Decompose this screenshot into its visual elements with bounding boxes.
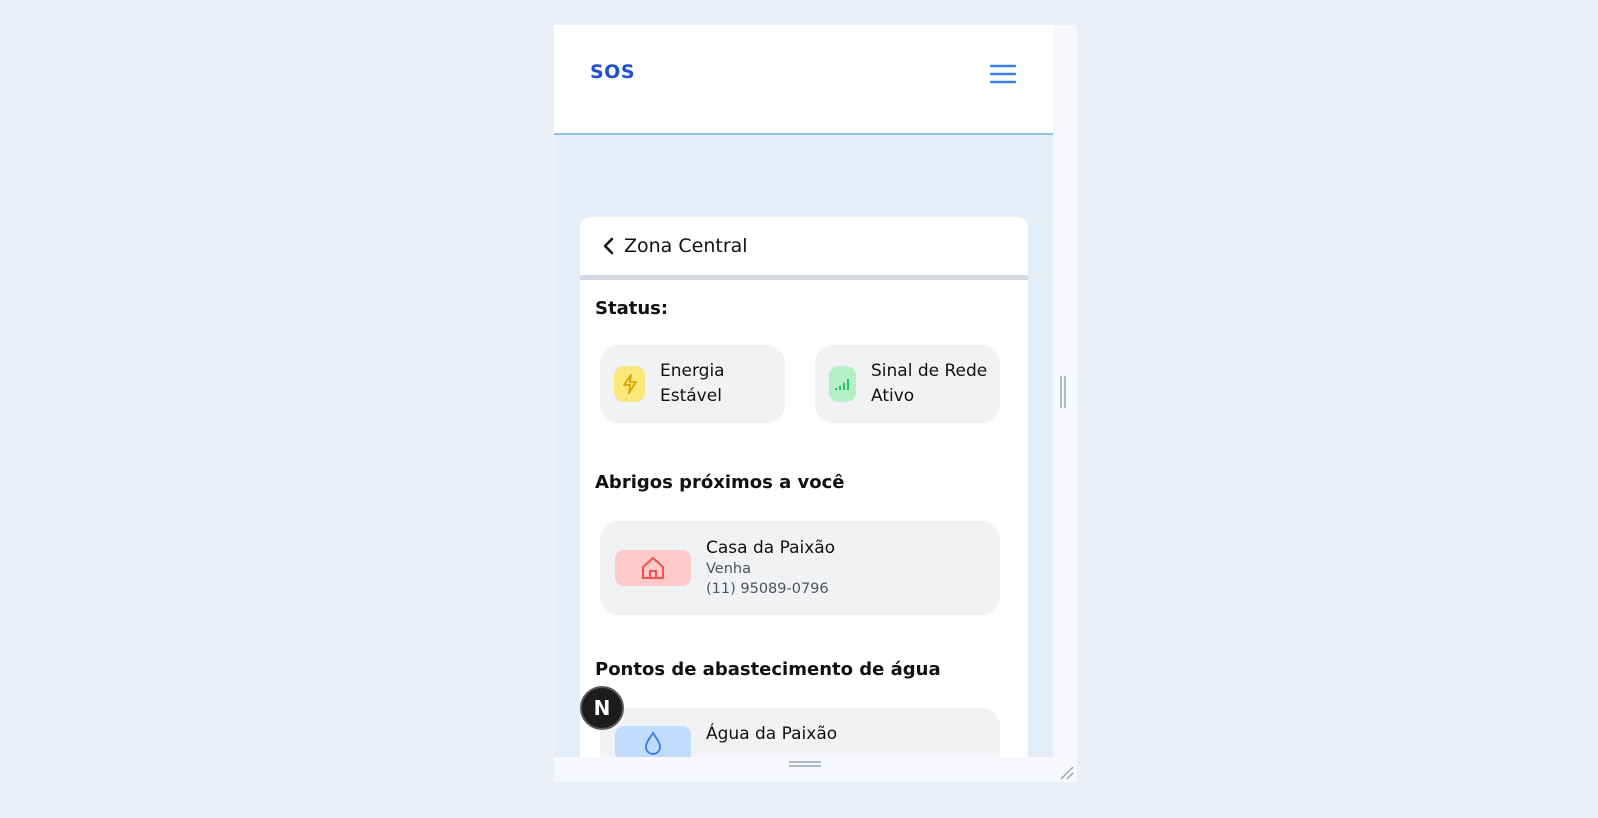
hamburger-menu-button[interactable] xyxy=(989,62,1017,86)
shelter-description: Venha xyxy=(706,561,751,577)
status-energy-label: Energia Estável xyxy=(660,359,770,409)
status-energy-line1: Energia xyxy=(660,361,725,381)
status-heading: Status: xyxy=(595,298,669,319)
horizontal-resize-handle[interactable] xyxy=(788,755,822,767)
app-header: SOS xyxy=(554,25,1053,135)
device-frame: SOS Zona Central Status: Energia Estável… xyxy=(554,25,1077,782)
hamburger-icon xyxy=(990,64,1016,84)
status-network-line1: Sinal de Rede xyxy=(871,361,988,381)
back-to-zones-button[interactable]: Zona Central xyxy=(580,217,1028,280)
water-point-list-item[interactable]: Água da Paixão xyxy=(600,708,1000,757)
lightning-icon xyxy=(614,366,645,402)
shelter-name: Casa da Paixão xyxy=(706,538,836,558)
nextjs-dev-badge[interactable]: N xyxy=(580,686,624,730)
status-network-tile: Sinal de Rede Ativo xyxy=(815,345,1000,423)
shelter-list-item[interactable]: Casa da Paixão Venha (11) 95089-0796 xyxy=(600,521,1000,615)
water-heading: Pontos de abastecimento de água xyxy=(595,659,941,680)
zone-card: Zona Central Status: Energia Estável Sin… xyxy=(580,217,1028,757)
zone-title: Zona Central xyxy=(624,235,748,257)
resize-corner-icon[interactable] xyxy=(1057,763,1075,781)
app-logo[interactable]: SOS xyxy=(590,61,635,83)
water-point-name: Água da Paixão xyxy=(706,724,838,744)
status-energy-line2: Estável xyxy=(660,386,722,406)
house-icon xyxy=(615,550,691,586)
water-drop-icon xyxy=(615,726,691,757)
status-network-line2: Ativo xyxy=(871,386,915,406)
shelters-heading: Abrigos próximos a você xyxy=(595,472,845,493)
signal-icon xyxy=(829,366,856,402)
status-energy-tile: Energia Estável xyxy=(600,345,785,423)
shelter-phone[interactable]: (11) 95089-0796 xyxy=(706,579,835,599)
status-network-label: Sinal de Rede Ativo xyxy=(871,359,991,409)
chevron-left-icon xyxy=(602,236,618,256)
vertical-resize-handle[interactable] xyxy=(1059,375,1067,409)
page-viewport[interactable]: SOS Zona Central Status: Energia Estável… xyxy=(554,25,1053,757)
